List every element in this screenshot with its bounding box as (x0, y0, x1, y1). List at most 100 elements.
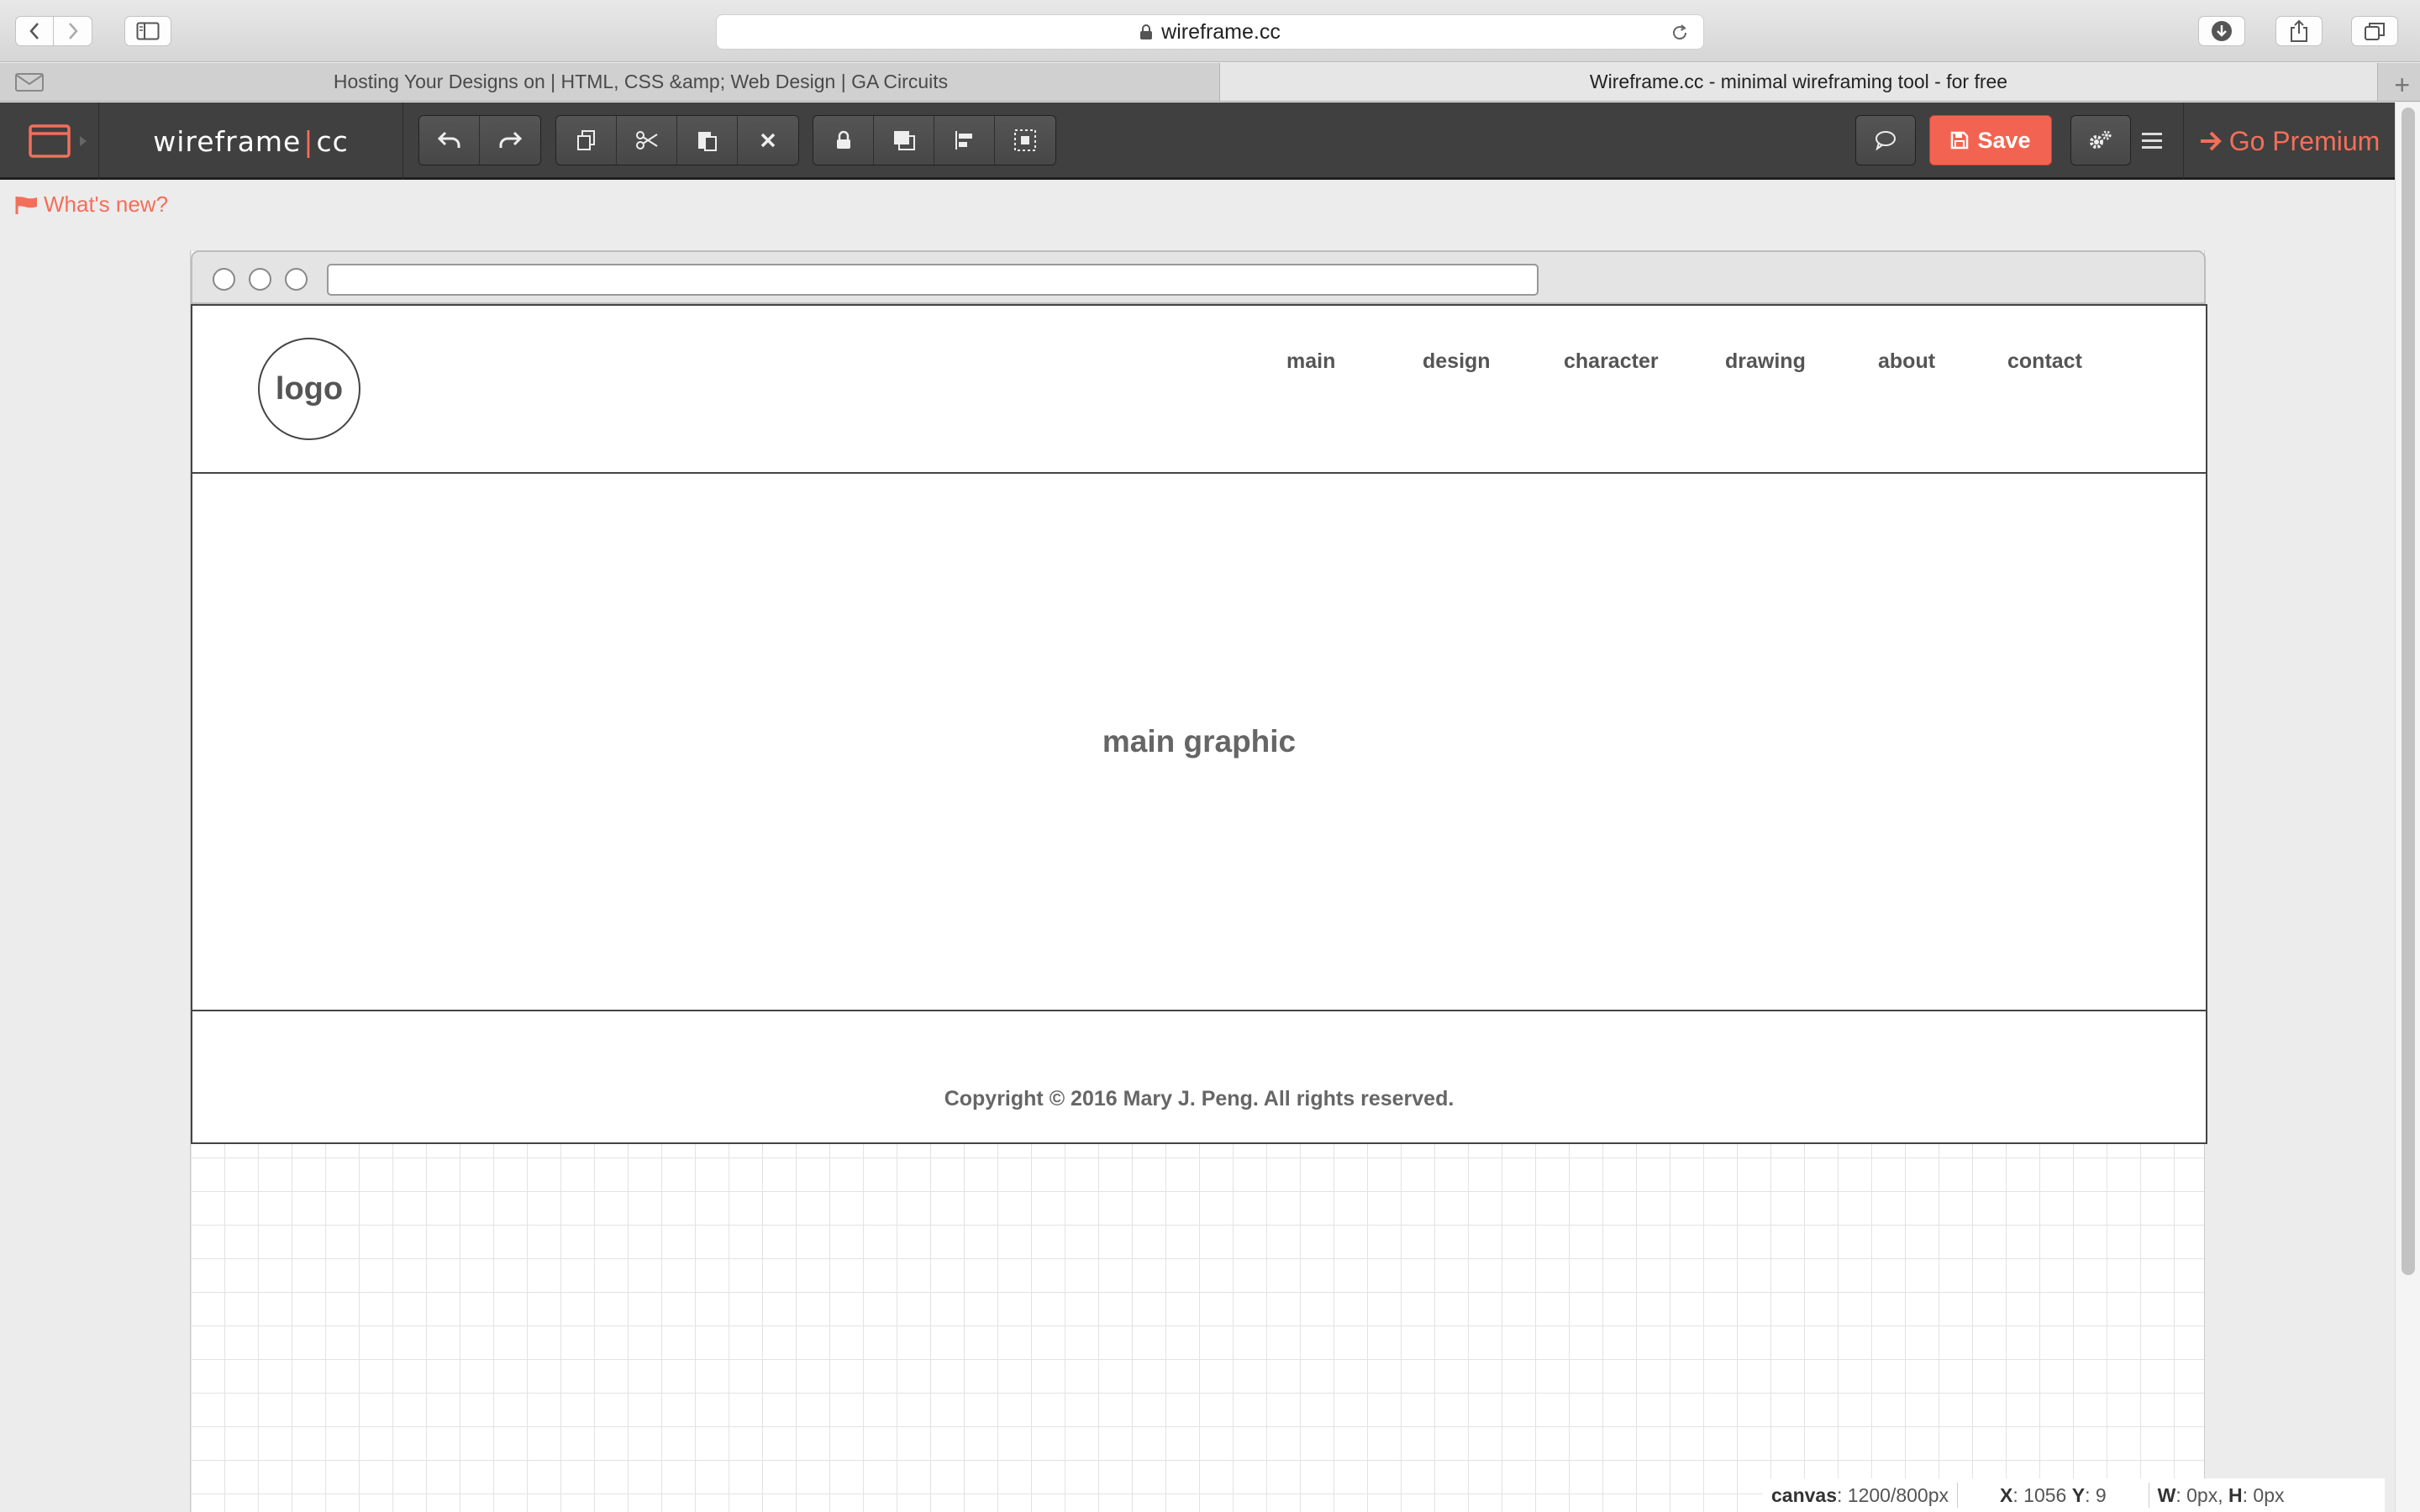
group-icon (1014, 129, 1036, 151)
url-text: wireframe.cc (1161, 19, 1281, 44)
lock-icon (836, 130, 850, 149)
canvas-label: canvas (1771, 1483, 1838, 1506)
menu-button[interactable] (2141, 126, 2163, 156)
page-menu-button[interactable] (0, 102, 99, 180)
brand-suffix: cc (316, 124, 349, 158)
arrange-button-group (813, 115, 1056, 165)
caret-right-icon (80, 136, 87, 146)
chevron-right-icon (68, 23, 78, 39)
wireframe-browser-frame[interactable] (191, 250, 2206, 304)
undo-icon (437, 131, 460, 148)
brand-separator: | (303, 124, 314, 158)
whats-new-link[interactable]: What's new? (15, 192, 168, 218)
redo-icon (499, 131, 523, 148)
tab-bar: Hosting Your Designs on | HTML, CSS &amp… (0, 63, 2420, 102)
window-dot (213, 268, 235, 291)
speech-bubble-icon (1876, 131, 1896, 151)
paste-button[interactable] (677, 116, 738, 165)
wireframe-nav-design[interactable]: design (1423, 349, 1491, 374)
x-value: 1056 (2023, 1483, 2067, 1506)
tab-wireframe-cc[interactable]: Wireframe.cc - minimal wireframing tool … (1220, 63, 2378, 101)
sidebar-toggle-button[interactable] (124, 16, 171, 46)
vertical-scrollbar[interactable] (2395, 102, 2420, 1512)
canvas-size-readout: canvas: 1200/800px (1763, 1483, 1959, 1508)
undo-button[interactable] (419, 116, 480, 165)
layers-icon (893, 131, 915, 150)
wireframe-nav-main[interactable]: main (1286, 349, 1335, 374)
tabs-icon (2365, 23, 2385, 40)
cut-button[interactable] (617, 116, 677, 165)
w-value: 0px (2186, 1483, 2218, 1506)
browser-window-icon (29, 124, 71, 158)
wireframe-canvas[interactable]: logo main design character drawing about… (190, 250, 2207, 1512)
x-label: X (2000, 1483, 2013, 1506)
flag-icon (15, 196, 37, 214)
go-premium-link[interactable]: Go Premium (2183, 102, 2395, 180)
browser-toolbar: wireframe.cc (0, 0, 2420, 62)
selection-size-readout: W: 0px, H: 0px (2157, 1483, 2285, 1506)
reload-icon[interactable] (1670, 23, 1690, 43)
wireframe-header[interactable]: logo main design character drawing about… (192, 306, 2206, 474)
h-value: 0px (2253, 1483, 2285, 1506)
address-bar[interactable]: wireframe.cc (716, 14, 1704, 50)
paste-icon (697, 132, 717, 151)
brand-name: wireframe (153, 124, 302, 158)
scrollbar-thumb[interactable] (2402, 108, 2415, 1275)
y-value: 9 (2095, 1483, 2107, 1506)
downloads-button[interactable] (2198, 16, 2245, 46)
delete-button[interactable] (738, 116, 798, 165)
scissors-icon (635, 131, 658, 150)
gears-icon (2090, 130, 2112, 149)
wireframe-footer[interactable]: Copyright © 2016 Mary J. Peng. All right… (192, 1011, 2206, 1144)
group-button[interactable] (995, 116, 1055, 165)
align-left-icon (955, 131, 972, 150)
wireframe-url-bar[interactable] (327, 264, 1539, 296)
copy-button[interactable] (556, 116, 617, 165)
tab-ga-circuits[interactable]: Hosting Your Designs on | HTML, CSS &amp… (62, 63, 1220, 101)
main-graphic-label: main graphic (1102, 724, 1297, 759)
wireframe-logo[interactable]: logo (258, 338, 360, 440)
app-toolbar: wireframe | cc Save Go Premium (0, 102, 2395, 180)
window-dot (249, 268, 271, 291)
hamburger-icon (2142, 133, 2162, 149)
wireframe-nav-contact[interactable]: contact (2007, 349, 2082, 374)
lock-icon (1140, 24, 1153, 39)
w-label: W (2157, 1483, 2176, 1506)
logo-label: logo (275, 370, 344, 407)
brand-logo: wireframe | cc (99, 102, 403, 180)
chevron-left-icon (29, 23, 39, 39)
lock-button[interactable] (813, 116, 874, 165)
save-button[interactable]: Save (1929, 115, 2052, 165)
status-bar: canvas: 1200/800px X: 1056 Y: 9 W: 0px, … (1763, 1478, 2385, 1512)
edit-button-group (555, 115, 799, 165)
premium-label: Go Premium (2228, 125, 2381, 156)
h-label: H (2228, 1483, 2243, 1506)
close-icon (760, 133, 776, 148)
forward-button[interactable] (54, 16, 92, 46)
tab-title: Wireframe.cc - minimal wireframing tool … (1589, 71, 2008, 92)
cursor-position-readout: X: 1056 Y: 9 (1958, 1483, 2149, 1508)
align-button[interactable] (934, 116, 995, 165)
tabs-overview-button[interactable] (2351, 16, 2398, 46)
copy-icon (576, 130, 595, 150)
wireframe-page: logo main design character drawing about… (191, 304, 2207, 1144)
footer-copyright: Copyright © 2016 Mary J. Peng. All right… (944, 1086, 1455, 1110)
sidebar-icon (136, 22, 160, 40)
mail-icon[interactable] (15, 73, 44, 92)
comments-button[interactable] (1855, 115, 1916, 165)
wireframe-main-graphic[interactable]: main graphic (192, 474, 2206, 1011)
whats-new-label: What's new? (44, 192, 169, 217)
wireframe-nav-about[interactable]: about (1878, 349, 1935, 374)
wireframe-nav-character[interactable]: character (1564, 349, 1659, 374)
y-label: Y (2071, 1483, 2086, 1506)
wireframe-nav-drawing[interactable]: drawing (1725, 349, 1806, 374)
settings-button[interactable] (2070, 115, 2131, 165)
redo-button[interactable] (480, 116, 540, 165)
bring-front-button[interactable] (874, 116, 934, 165)
download-icon (2212, 21, 2232, 41)
tab-title: Hosting Your Designs on | HTML, CSS &amp… (333, 71, 949, 92)
arrow-right-icon (2200, 131, 2222, 151)
share-button[interactable] (2275, 16, 2323, 46)
new-tab-icon[interactable]: + (2394, 70, 2410, 101)
back-button[interactable] (15, 16, 54, 46)
